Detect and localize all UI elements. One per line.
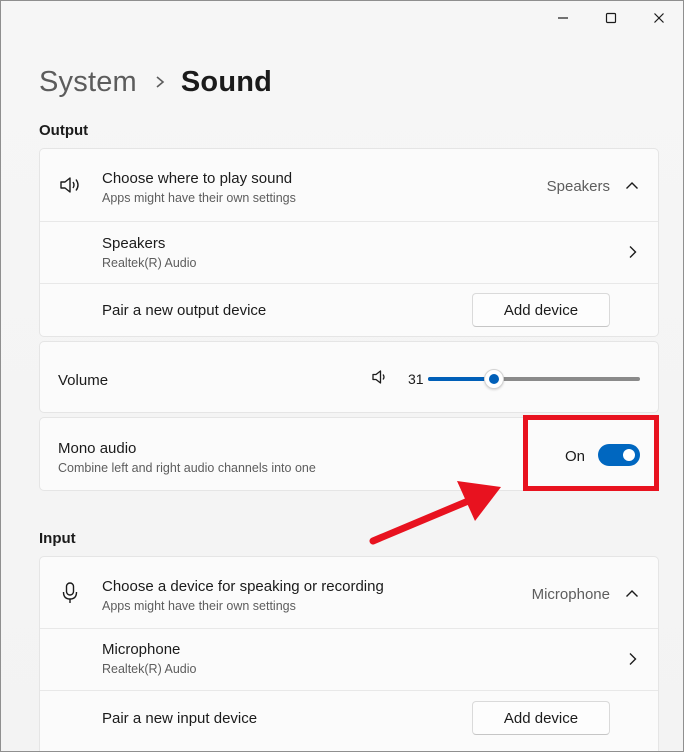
pair-output-row: Pair a new output device Add device — [40, 284, 658, 338]
pair-output-label: Pair a new output device — [102, 302, 267, 319]
mono-audio-state-label: On — [565, 448, 586, 465]
chevron-up-icon[interactable] — [622, 583, 642, 603]
output-section-title: Output — [39, 122, 89, 139]
output-selected-device: Speakers — [546, 178, 610, 195]
minimize-button[interactable] — [539, 1, 587, 35]
volume-slider-thumb-dot — [488, 374, 499, 384]
volume-card: Volume 31 — [39, 341, 659, 413]
volume-slider-thumb[interactable] — [483, 369, 504, 389]
page-title: Sound — [180, 65, 273, 98]
breadcrumb-system-link[interactable]: System — [39, 66, 137, 99]
input-choose-subtitle: Apps might have their own settings — [102, 599, 296, 613]
output-card: Choose where to play sound Apps might ha… — [39, 148, 659, 337]
output-device-title: Speakers — [102, 235, 166, 252]
input-choose-title: Choose a device for speaking or recordin… — [102, 578, 384, 595]
input-selected-device: Microphone — [531, 586, 610, 603]
microphone-icon — [58, 581, 82, 605]
input-choose-row[interactable]: Choose a device for speaking or recordin… — [40, 557, 658, 628]
chevron-right-icon[interactable] — [622, 649, 642, 669]
input-device-subtitle: Realtek(R) Audio — [102, 662, 197, 676]
output-choose-row[interactable]: Choose where to play sound Apps might ha… — [40, 149, 658, 221]
output-device-speakers[interactable]: Speakers Realtek(R) Audio — [40, 222, 658, 283]
breadcrumb-separator-icon — [155, 75, 165, 89]
output-choose-title: Choose where to play sound — [102, 170, 293, 187]
output-choose-subtitle: Apps might have their own settings — [102, 191, 296, 205]
toggle-knob — [623, 449, 635, 461]
minimize-icon — [558, 17, 568, 19]
input-device-microphone[interactable]: Microphone Realtek(R) Audio — [40, 629, 658, 690]
settings-window: System Sound Output Choose where to play… — [0, 0, 684, 752]
speaker-icon — [58, 173, 82, 197]
volume-icon[interactable] — [371, 368, 389, 386]
mono-audio-subtitle: Combine left and right audio channels in… — [58, 461, 316, 475]
pair-input-row: Pair a new input device Add device — [40, 691, 658, 745]
maximize-icon — [605, 12, 617, 24]
add-input-device-button[interactable]: Add device — [472, 701, 610, 735]
window-controls — [539, 1, 683, 35]
maximize-button[interactable] — [587, 1, 635, 35]
input-section-title: Input — [39, 530, 76, 547]
input-card: Choose a device for speaking or recordin… — [39, 556, 659, 751]
input-device-title: Microphone — [102, 641, 181, 658]
breadcrumb: System Sound — [39, 63, 272, 101]
volume-value: 31 — [408, 371, 424, 387]
mono-audio-card: Mono audio Combine left and right audio … — [39, 417, 659, 491]
close-button[interactable] — [635, 1, 683, 35]
mono-audio-toggle[interactable] — [598, 444, 640, 466]
chevron-up-icon[interactable] — [622, 175, 642, 195]
pair-input-label: Pair a new input device — [102, 710, 258, 727]
chevron-right-icon[interactable] — [622, 242, 642, 262]
close-icon — [654, 13, 664, 23]
volume-label: Volume — [58, 372, 109, 389]
mono-audio-title: Mono audio — [58, 440, 137, 457]
output-device-subtitle: Realtek(R) Audio — [102, 256, 197, 270]
add-output-device-button[interactable]: Add device — [472, 293, 610, 327]
